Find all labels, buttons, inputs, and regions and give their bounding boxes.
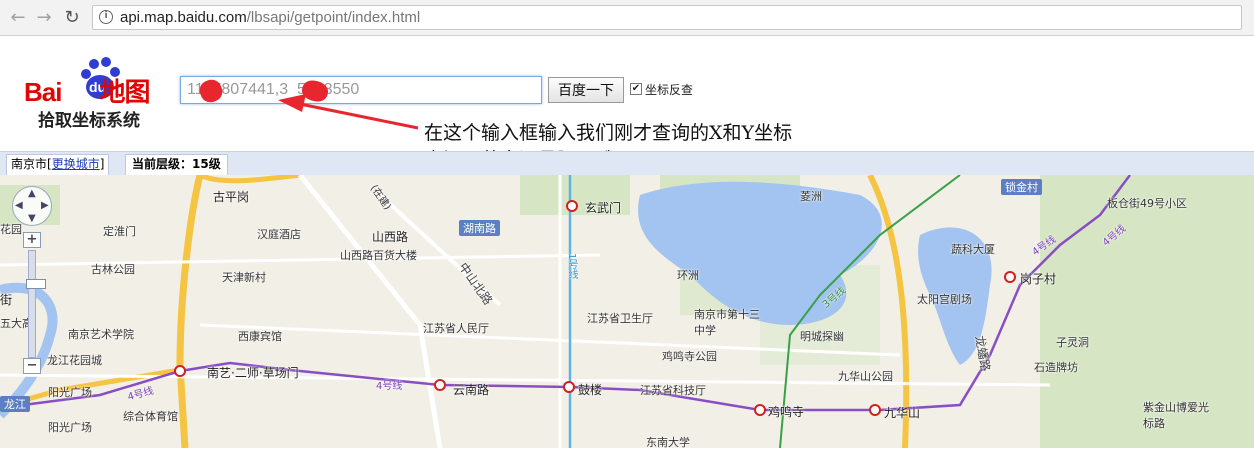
zoom-out-icon[interactable]: − [23,358,41,374]
address-bar[interactable]: i api.map.baidu.com/lbsapi/getpoint/inde… [92,5,1242,30]
reverse-geocode-checkbox[interactable]: ✔ [630,83,642,95]
search-button[interactable]: 百度一下 [548,77,624,103]
map-label: 山西路百货大楼 [340,249,417,262]
map-label: 江苏省人民厅 [423,322,489,335]
map-label: 山西路 [372,230,409,244]
pan-left-icon[interactable]: ◀ [15,200,23,211]
map-label: 鸡鸣寺 [768,405,805,419]
pan-down-icon[interactable]: ▼ [28,213,36,224]
map-label: 天津新村 [222,271,266,284]
map-label: 4号线 [376,381,403,392]
zoom-slider-handle[interactable] [26,279,46,289]
forward-arrow-icon[interactable]: → [34,8,54,28]
zoom-control: + − [23,232,46,376]
map-label: 环洲 [677,269,699,282]
map-label: 龙江 [0,396,30,412]
baidu-map-logo[interactable]: du Bai 地图 拾取坐标系统 [20,56,170,131]
map-label: 花园 [0,223,22,236]
zoom-level-text: 当前层级：15级 [125,154,228,176]
map-label: 阳光广场 [48,421,92,434]
browser-toolbar: ← → ↻ i api.map.baidu.com/lbsapi/getpoin… [0,0,1254,36]
map-label: 岗子村 [1020,272,1057,286]
map-label: 综合体育馆 [123,410,178,423]
logo-wordmark: Bai 地图 [24,77,150,107]
info-icon[interactable]: i [99,10,113,24]
map-label: 古平岗 [213,190,250,204]
annotation-line-1: 在这个输入框输入我们刚才查询的X和Y坐标 [424,122,793,144]
map-label: 蔬科大厦 [951,243,995,256]
pan-up-icon[interactable]: ▲ [28,188,36,199]
map-label: 南京市第十三中学 [694,308,760,337]
map-label: 龙江花园城 [47,354,102,367]
map-label: 锁金村 [1001,179,1042,195]
map-label: 石造牌坊 [1034,361,1078,374]
back-arrow-icon[interactable]: ← [8,8,28,28]
map-label: 古林公园 [91,263,135,276]
map-label: 紫金山博爱光标路 [1143,401,1209,430]
map-label: 南艺·二师·草场门 [207,366,299,380]
map-label: 江苏省卫生厅 [587,312,653,325]
logo-subtitle: 拾取坐标系统 [38,111,140,131]
map-label: 云南路 [453,383,490,397]
url-text: api.map.baidu.com/lbsapi/getpoint/index.… [120,9,421,26]
map-label: 太阳宫剧场 [917,293,972,306]
map-label: 西康宾馆 [238,330,282,343]
reload-icon[interactable]: ↻ [62,8,82,28]
coordinate-search-input[interactable] [180,76,542,104]
map-label: 菱洲 [800,190,822,203]
map-label: 九华山公园 [838,370,893,383]
map-label: 定淮门 [103,225,136,238]
map-label: 子灵洞 [1056,336,1089,349]
map-label: 街 [0,293,13,307]
map-canvas[interactable]: 古平岗 定淮门 花园 汉庭酒店 山西路 山西路百货大楼 古林公园 天津新村 街 … [0,175,1254,449]
map-label: 湖南路 [459,220,500,236]
zoom-slider[interactable] [26,250,46,358]
reverse-geocode-label: 坐标反查 [645,83,694,97]
map-label: 汉庭酒店 [257,228,301,241]
map-label: 鸡鸣寺公园 [662,350,717,363]
zoom-in-icon[interactable]: + [23,232,41,248]
map-label: 1号线 [566,253,577,280]
change-city-link[interactable]: 更换城市 [52,157,100,171]
current-city: 南京市[更换城市] [6,154,110,176]
map-label: 九华山 [884,406,921,420]
map-label: 南京艺术学院 [68,328,134,341]
map-label: 板仓街49号小区 [1107,197,1187,210]
map-info-bar: 南京市[更换城市] 当前层级：15级 [0,151,1254,176]
map-label: 鼓楼 [578,383,603,397]
pan-right-icon[interactable]: ▶ [41,200,49,211]
map-pan-control[interactable]: ▲ ▼ ◀ ▶ [12,186,52,226]
map-label: 阳光广场 [48,386,92,399]
map-label: 江苏省科技厅 [640,384,706,397]
map-label: 玄武门 [585,201,622,215]
map-label: 明城探幽 [800,330,844,343]
